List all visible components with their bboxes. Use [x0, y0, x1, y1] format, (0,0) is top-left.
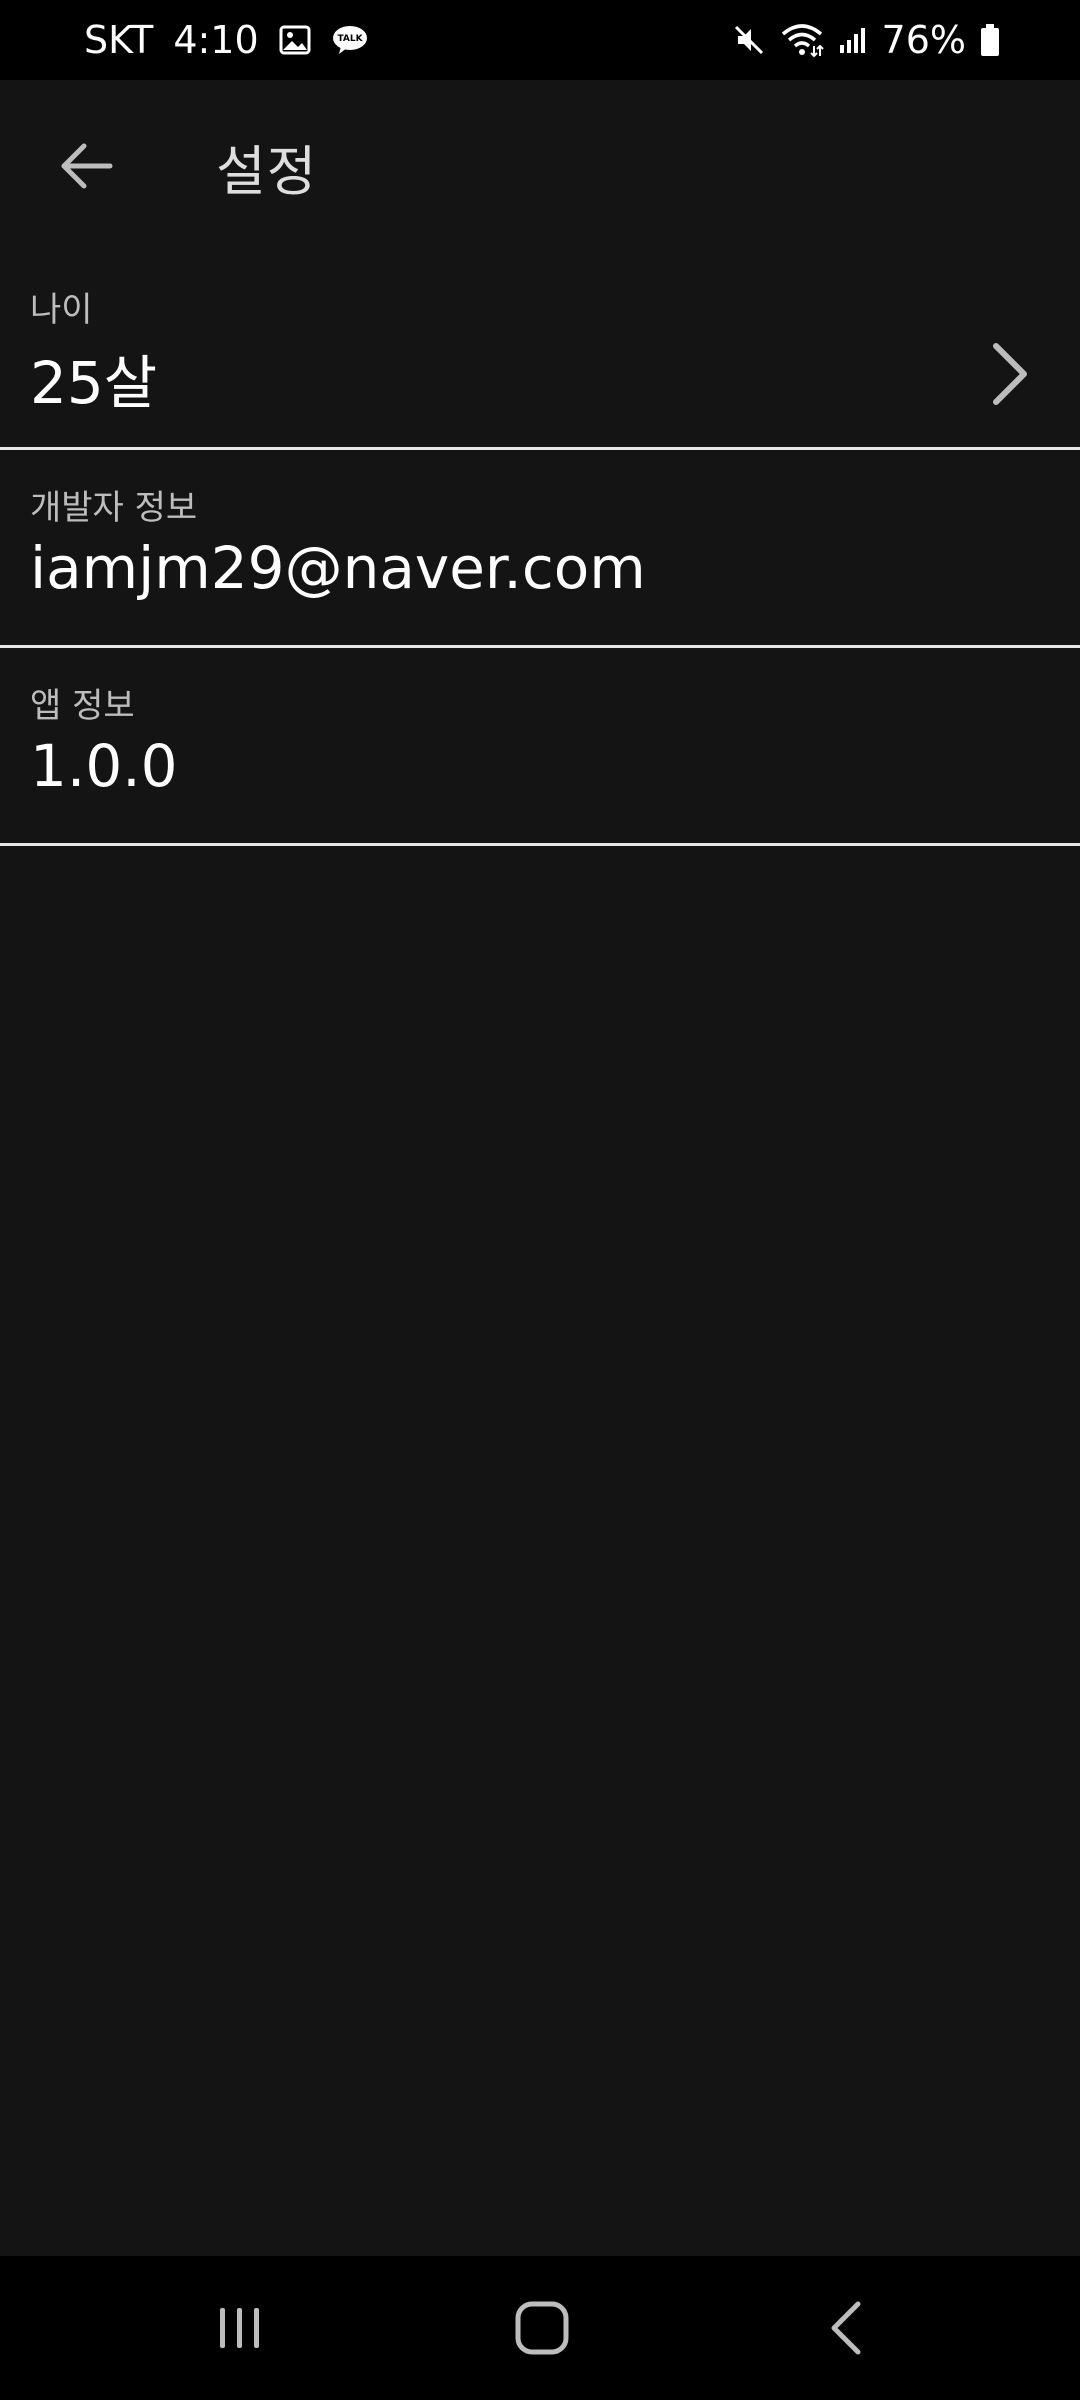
app-bar: 설정 [0, 80, 1080, 252]
setting-item-developer-info[interactable]: 개발자 정보 iamjm29@naver.com [0, 450, 1080, 648]
setting-label: 앱 정보 [30, 686, 135, 726]
kakaotalk-icon: TALK [331, 24, 369, 56]
back-icon [831, 2301, 861, 2355]
wifi-icon [780, 22, 824, 58]
setting-value: 1.0.0 [30, 732, 178, 800]
setting-value: iamjm29@naver.com [30, 534, 646, 602]
gallery-icon [279, 25, 311, 55]
setting-label: 개발자 정보 [30, 488, 198, 528]
system-back-button[interactable] [766, 2256, 926, 2400]
arrow-left-icon [61, 143, 113, 189]
chevron-right-icon [980, 338, 1040, 410]
status-bar: SKT 4:10 TALK 76% [0, 0, 1080, 80]
back-button[interactable] [44, 124, 128, 208]
recent-apps-icon [220, 2308, 259, 2348]
clock: 4:10 [173, 18, 259, 62]
setting-item-app-info[interactable]: 앱 정보 1.0.0 [0, 648, 1080, 846]
signal-icon [838, 25, 868, 55]
navigation-bar [0, 2256, 1080, 2400]
home-icon [515, 2301, 569, 2355]
setting-label: 나이 [30, 290, 93, 330]
carrier-label: SKT [84, 18, 154, 62]
recent-apps-button[interactable] [160, 2256, 320, 2400]
page-title: 설정 [216, 139, 318, 203]
setting-item-age[interactable]: 나이 25살 [0, 252, 1080, 450]
setting-value: 25살 [30, 349, 158, 417]
battery-percent: 76% [881, 18, 966, 62]
mute-icon [732, 23, 766, 57]
kakaotalk-badge-text: TALK [337, 34, 363, 44]
home-button[interactable] [462, 2256, 622, 2400]
status-right: 76% [732, 0, 1000, 80]
status-left: SKT 4:10 TALK [84, 0, 369, 80]
battery-icon [980, 23, 1000, 57]
settings-list: 나이 25살 개발자 정보 iamjm29@naver.com 앱 정보 1.0… [0, 252, 1080, 846]
